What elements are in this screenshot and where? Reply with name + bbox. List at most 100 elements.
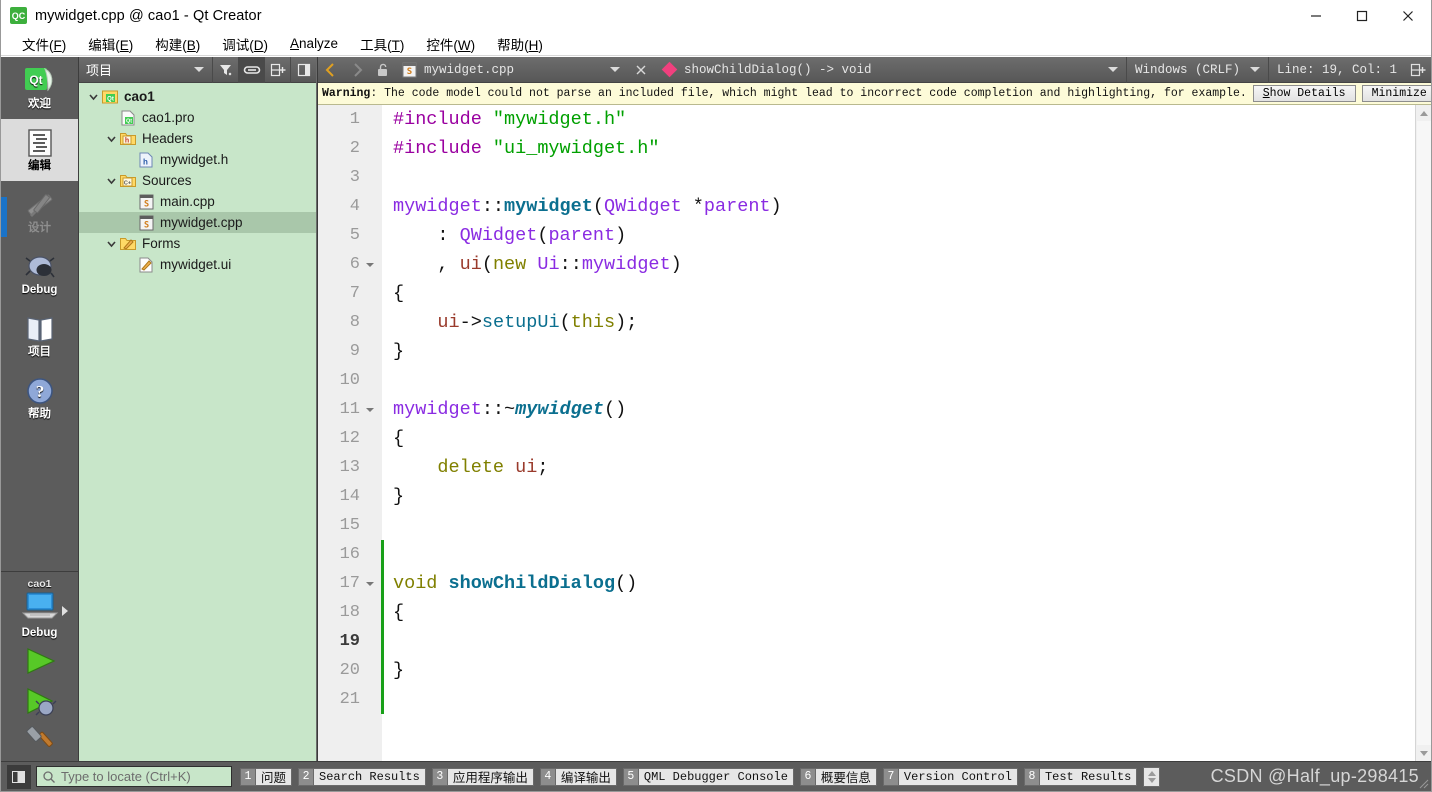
menu-d[interactable]: 调试(D) [211, 32, 279, 56]
resize-grip-icon[interactable] [1415, 775, 1429, 789]
output-tab[interactable]: 8 Test Results [1023, 767, 1138, 786]
menu-b[interactable]: 构建(B) [144, 32, 211, 56]
code-token: ( [537, 225, 549, 246]
output-tab[interactable]: 5 QML Debugger Console [622, 767, 794, 786]
scroll-down-icon[interactable] [1416, 745, 1431, 761]
chevron-down-icon[interactable] [103, 128, 119, 149]
gutter-line[interactable]: 7 [318, 279, 382, 308]
menu-h[interactable]: 帮助(H) [486, 32, 554, 56]
tree-item[interactable]: C+ Sources [79, 170, 316, 191]
tree-item[interactable]: Smain.cpp [79, 191, 316, 212]
nav-back-icon[interactable] [318, 57, 344, 83]
output-tab[interactable]: 1 问题 [240, 767, 293, 786]
gutter-line[interactable]: 19 [318, 627, 382, 656]
code-editor[interactable]: 1 2 3 4 5 6 7 8 9 10 11 12 13 14 15 16 17 18 19 20 21 #inclu… [318, 105, 1431, 761]
menu-w[interactable]: 控件(W) [415, 32, 486, 56]
gutter-line[interactable]: 8 [318, 308, 382, 337]
minimize-infobar-button[interactable]: Minimize [1361, 84, 1431, 103]
mode-edit-document[interactable]: 编辑 [1, 119, 78, 181]
fold-marker-icon[interactable] [362, 262, 378, 267]
split-editor-icon[interactable] [1405, 57, 1431, 83]
chevron-down-icon[interactable] [103, 170, 119, 191]
kit-selector[interactable]: cao1 Debug [1, 571, 78, 641]
output-tab[interactable]: 2 Search Results [298, 767, 426, 786]
run-play-icon[interactable] [1, 641, 78, 681]
mode-qt-welcome[interactable]: Qt 欢迎 [1, 57, 78, 119]
scrollbar-thumb[interactable] [1417, 121, 1431, 745]
fold-marker-icon[interactable] [362, 581, 378, 586]
gutter-line[interactable]: 10 [318, 366, 382, 395]
tree-item[interactable]: Qt cao1.pro [79, 107, 316, 128]
gutter-line[interactable]: 3 [318, 163, 382, 192]
locator-input[interactable]: Type to locate (Ctrl+K) [36, 766, 232, 787]
close-icon[interactable] [1385, 0, 1431, 32]
symbol-selector[interactable]: showChildDialog() -> void [654, 57, 1126, 82]
mode-debug-bug[interactable]: Debug [1, 243, 78, 305]
menu-f[interactable]: 文件(F) [11, 32, 77, 56]
output-tab[interactable]: 3 应用程序输出 [431, 767, 534, 786]
output-tab[interactable]: 6 概要信息 [799, 767, 877, 786]
chevron-down-icon[interactable] [85, 86, 101, 107]
mode-projects-book[interactable]: 项目 [1, 305, 78, 367]
tree-item-selected[interactable]: Smywidget.cpp [79, 212, 316, 233]
tree-item[interactable]: Qt cao1 [79, 86, 316, 107]
line-ending-selector[interactable]: Windows (CRLF) [1127, 57, 1268, 82]
gutter-line[interactable]: 5 [318, 221, 382, 250]
unlocked-padlock-icon[interactable] [370, 57, 396, 83]
gutter-line[interactable]: 12 [318, 424, 382, 453]
gutter-line[interactable]: 15 [318, 511, 382, 540]
tree-item-label: cao1 [124, 88, 155, 104]
gutter-line[interactable]: 20 [318, 656, 382, 685]
output-tab[interactable]: 4 编译输出 [539, 767, 617, 786]
close-document-icon[interactable] [628, 57, 654, 83]
fold-marker-icon[interactable] [362, 407, 378, 412]
gutter-line[interactable]: 14 [318, 482, 382, 511]
gutter-line[interactable]: 1 [318, 105, 382, 134]
nav-forward-icon[interactable] [344, 57, 370, 83]
line-number: 2 [349, 139, 360, 158]
warning-message: : The code model could not parse an incl… [370, 87, 1247, 100]
project-tree[interactable]: Qt cao1 Qt cao1.pro h Headers h mywidget.h C+ Sou… [79, 83, 316, 761]
gutter-line[interactable]: 17 [318, 569, 382, 598]
editor-vertical-scrollbar[interactable] [1415, 105, 1431, 761]
line-column-indicator[interactable]: Line: 19, Col: 1 [1269, 57, 1405, 82]
kit-build-config: Debug [21, 627, 58, 639]
gutter-line[interactable]: 18 [318, 598, 382, 627]
gutter-line[interactable]: 13 [318, 453, 382, 482]
gutter-line[interactable]: 21 [318, 685, 382, 714]
line-number-gutter[interactable]: 1 2 3 4 5 6 7 8 9 10 11 12 13 14 15 16 17 18 19 20 21 [318, 105, 382, 761]
open-documents-selector[interactable]: S mywidget.cpp [396, 57, 628, 82]
output-tab[interactable]: 7 Version Control [882, 767, 1018, 786]
gutter-line[interactable]: 16 [318, 540, 382, 569]
tree-item[interactable]: h mywidget.h [79, 149, 316, 170]
link-chain-icon[interactable] [238, 56, 264, 83]
filter-funnel-icon[interactable] [212, 56, 238, 83]
gutter-line[interactable]: 9 [318, 337, 382, 366]
scroll-up-icon[interactable] [1416, 105, 1431, 121]
updown-spinner-icon[interactable] [1143, 766, 1161, 787]
collapse-panel-icon[interactable] [290, 56, 316, 83]
debug-play-bug-icon[interactable] [1, 681, 78, 721]
tree-item[interactable]: mywidget.ui [79, 254, 316, 275]
show-details-button[interactable]: Show Details [1252, 84, 1356, 103]
gutter-line[interactable]: 4 [318, 192, 382, 221]
code-text-area[interactable]: #include "mywidget.h" #include "ui_mywidg… [382, 105, 1415, 761]
gutter-line[interactable]: 11 [318, 395, 382, 424]
chevron-down-icon[interactable] [103, 233, 119, 254]
split-add-icon[interactable] [264, 56, 290, 83]
build-hammer-icon[interactable] [1, 721, 78, 761]
project-view-selector[interactable]: 项目 [79, 57, 212, 82]
menu-t[interactable]: 工具(T) [349, 32, 415, 56]
menu-a[interactable]: Analyze [279, 34, 349, 53]
tree-item[interactable]: h Headers [79, 128, 316, 149]
mode-help-question[interactable]: ? 帮助 [1, 367, 78, 429]
toggle-output-pane-icon[interactable] [7, 764, 31, 789]
gutter-line[interactable]: 2 [318, 134, 382, 163]
tree-item[interactable]: Forms [79, 233, 316, 254]
menu-e[interactable]: 编辑(E) [77, 32, 144, 56]
maximize-icon[interactable] [1339, 0, 1385, 32]
minimize-icon[interactable] [1293, 0, 1339, 32]
gutter-line[interactable]: 6 [318, 250, 382, 279]
